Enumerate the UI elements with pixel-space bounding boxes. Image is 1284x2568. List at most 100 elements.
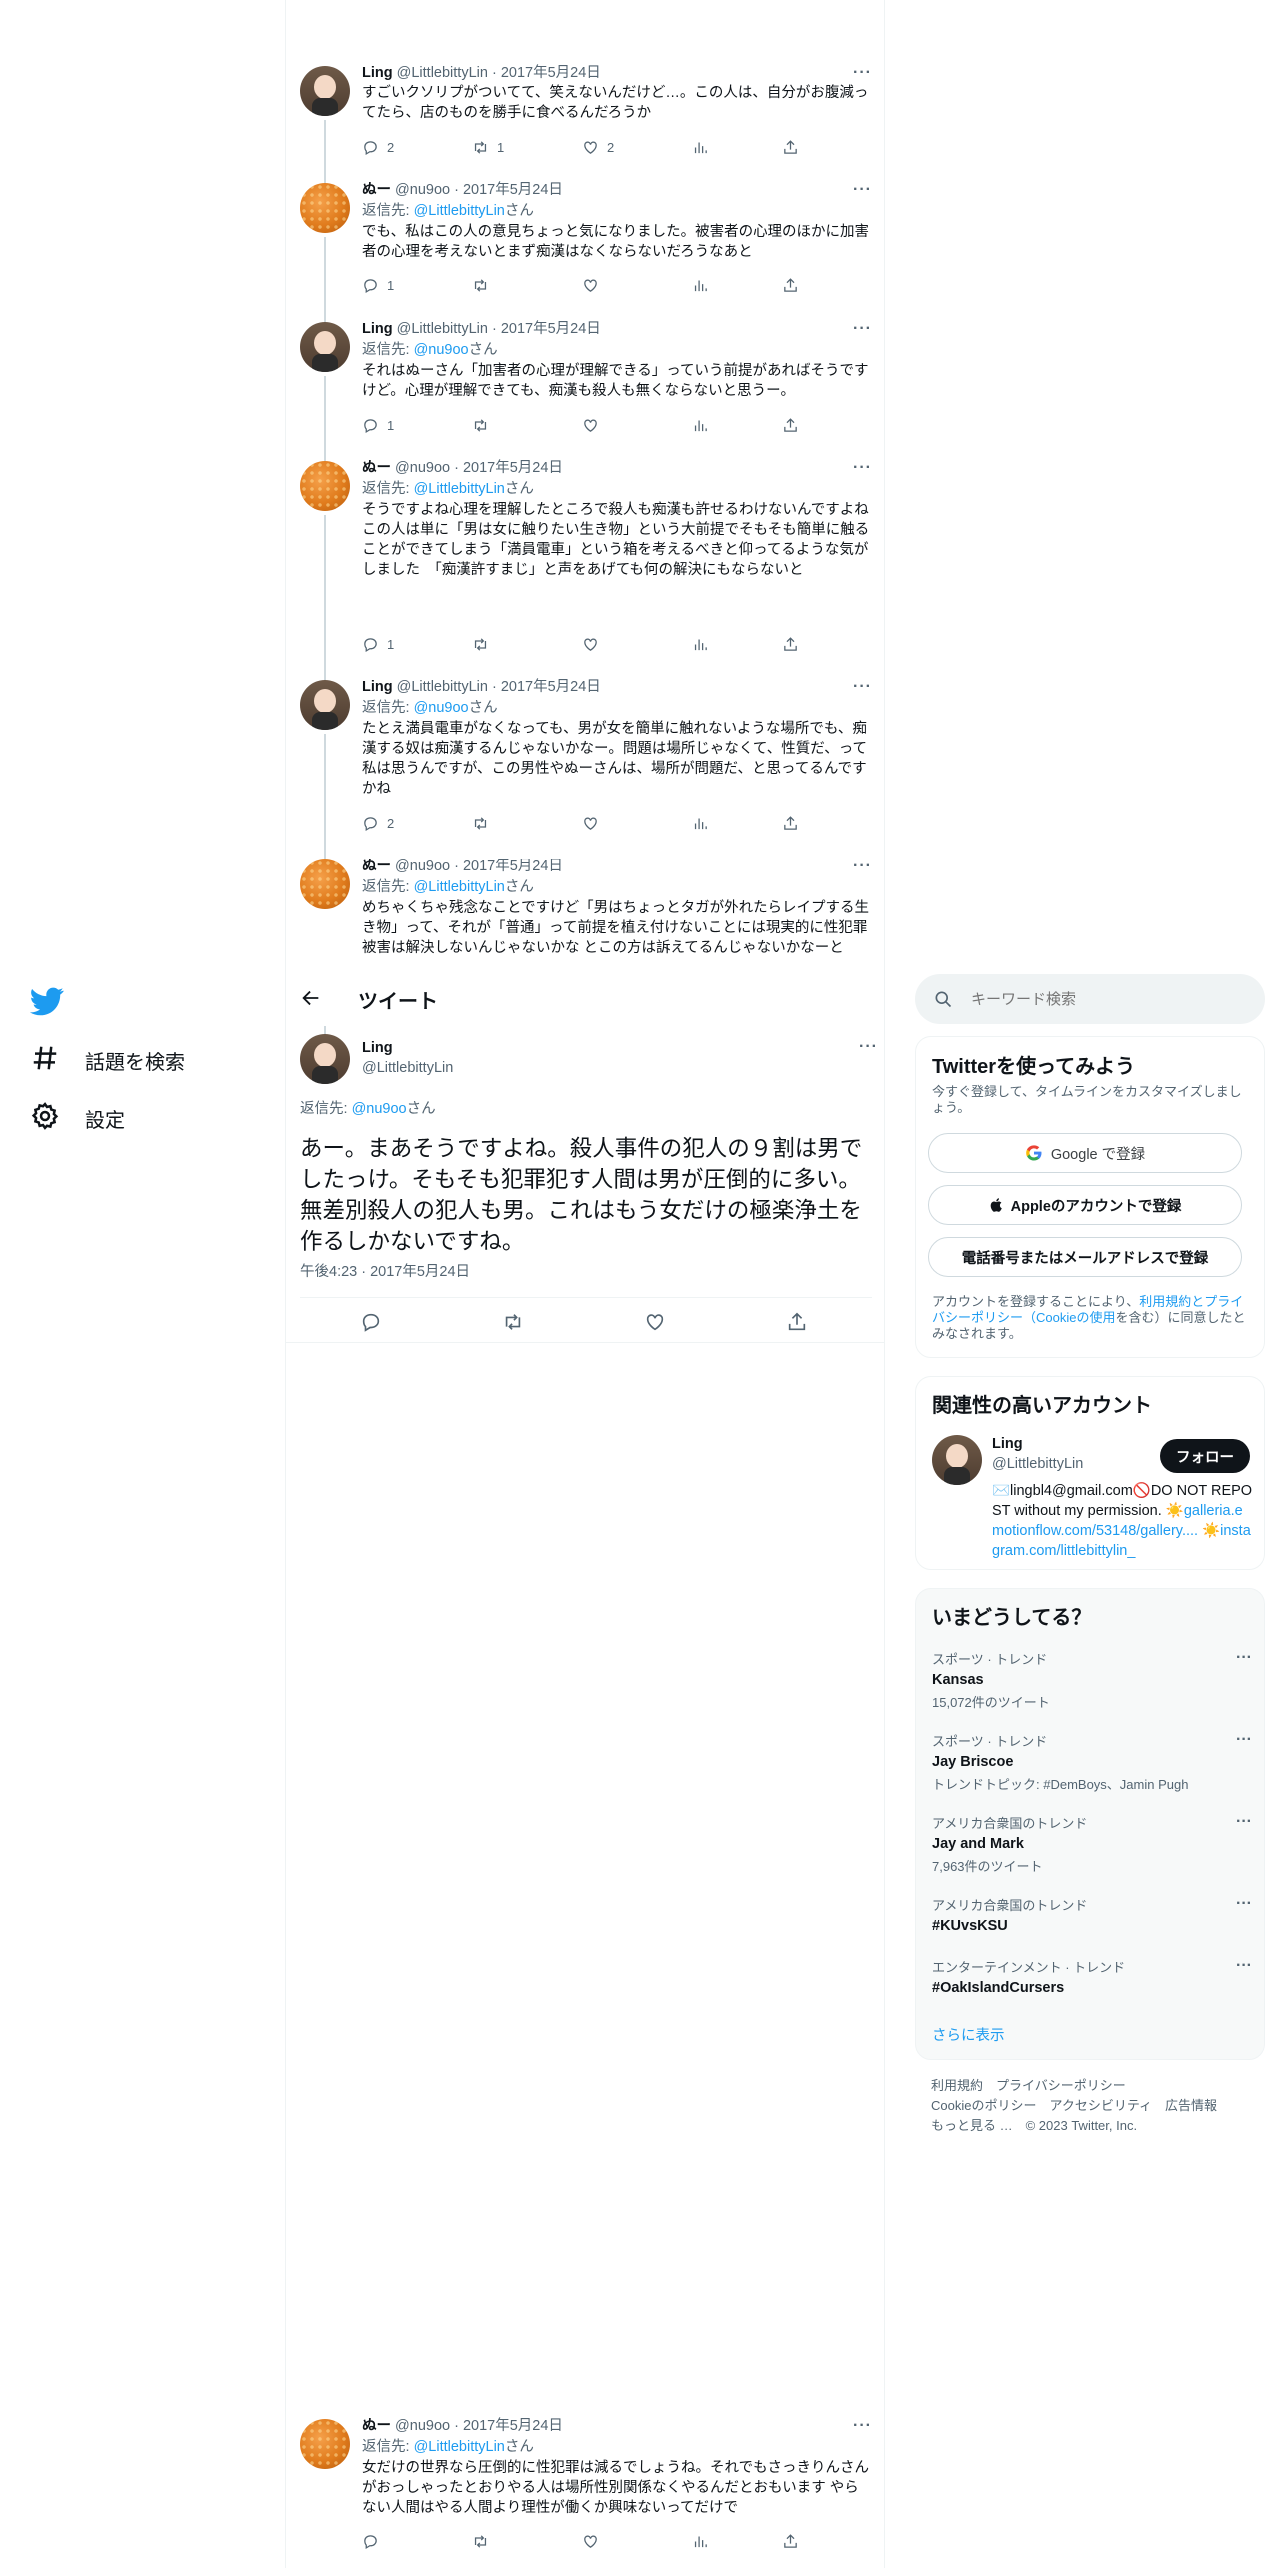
author-handle[interactable]: @nu9oo — [395, 460, 450, 476]
reply-button[interactable]: 1 — [362, 277, 394, 294]
retweet-button[interactable] — [472, 277, 489, 294]
share-button[interactable] — [782, 277, 799, 294]
more-options-icon[interactable]: ··· — [853, 859, 872, 875]
author-handle[interactable]: @nu9oo — [395, 859, 450, 874]
more-options-icon[interactable]: ··· — [1236, 1957, 1252, 1975]
more-options-icon[interactable]: ··· — [853, 459, 872, 477]
like-button[interactable] — [582, 417, 599, 434]
share-button[interactable] — [782, 139, 799, 156]
reply-handle-link[interactable]: @LittlebittyLin — [414, 481, 505, 497]
search-input[interactable] — [971, 986, 1241, 1012]
trend-item[interactable]: アメリカ合衆国のトレンド #KUvsKSU ··· — [932, 1895, 1252, 1934]
footer-line[interactable]: Cookieのポリシー アクセシビリティ 広告情報 — [931, 2096, 1261, 2116]
retweet-button[interactable] — [502, 1311, 524, 1338]
tweet-date[interactable]: · 2017年5月24日 — [454, 859, 563, 874]
reply-button[interactable]: 1 — [362, 636, 394, 653]
retweet-button[interactable]: 1 — [472, 139, 504, 156]
reply-handle-link[interactable]: @LittlebittyLin — [414, 2439, 505, 2455]
avatar[interactable] — [932, 1435, 982, 1485]
reply-button[interactable]: 2 — [362, 139, 394, 156]
author-handle[interactable]: @LittlebittyLin — [397, 679, 488, 695]
phone-signup-button[interactable]: 電話番号またはメールアドレスで登録 — [928, 1237, 1242, 1277]
tweet-date[interactable]: · 2017年5月24日 — [454, 460, 563, 476]
avatar[interactable] — [300, 461, 350, 511]
views-button[interactable] — [692, 636, 709, 653]
share-button[interactable] — [782, 815, 799, 832]
reply-button[interactable] — [360, 1311, 382, 1338]
reply-handle-link[interactable]: @nu9oo — [352, 1101, 407, 1117]
main-author-name[interactable]: Ling — [362, 1040, 393, 1056]
retweet-button[interactable] — [472, 636, 489, 653]
footer-line[interactable]: もっと見る … © 2023 Twitter, Inc. — [931, 2116, 1261, 2136]
author-name[interactable]: Ling — [362, 321, 393, 337]
author-name[interactable]: Ling — [362, 65, 393, 81]
author-handle[interactable]: @LittlebittyLin — [397, 321, 488, 337]
trend-item[interactable]: スポーツ · トレンド Jay Briscoe トレンドトピック: #DemBo… — [932, 1731, 1252, 1793]
account-handle[interactable]: @LittlebittyLin — [992, 1456, 1083, 1472]
more-options-icon[interactable]: ··· — [859, 1038, 878, 1056]
back-arrow-icon[interactable] — [300, 987, 324, 1011]
more-options-icon[interactable]: ··· — [1236, 1895, 1252, 1913]
retweet-button[interactable] — [472, 2533, 489, 2550]
reply-button[interactable]: 2 — [362, 815, 394, 832]
reply-button[interactable]: 1 — [362, 417, 394, 434]
author-name[interactable]: ぬー — [362, 859, 391, 874]
main-author-handle[interactable]: @LittlebittyLin — [362, 1060, 453, 1076]
thread-tweet[interactable]: ぬー @nu9oo · 2017年5月24日 返信先: @Littlebitty… — [300, 859, 880, 973]
views-button[interactable] — [692, 139, 709, 156]
views-button[interactable] — [692, 2533, 709, 2550]
footer-line[interactable]: 利用規約 プライバシーポリシー — [931, 2076, 1261, 2096]
more-options-icon[interactable]: ··· — [1236, 1649, 1252, 1667]
tweet-date[interactable]: · 2017年5月24日 — [492, 679, 601, 695]
thread-tweet[interactable]: Ling @LittlebittyLin · 2017年5月24日 すごいクソリ… — [300, 64, 880, 230]
nav-explore[interactable]: 話題を検索 — [30, 1036, 185, 1084]
author-name[interactable]: ぬー — [362, 2418, 391, 2434]
more-options-icon[interactable]: ··· — [853, 2417, 872, 2435]
twitter-logo-icon[interactable] — [29, 983, 64, 1017]
google-signup-button[interactable]: Google で登録 — [928, 1133, 1242, 1173]
views-button[interactable] — [692, 277, 709, 294]
avatar[interactable] — [300, 859, 350, 909]
reply-handle-link[interactable]: @LittlebittyLin — [414, 879, 505, 895]
share-button[interactable] — [782, 636, 799, 653]
retweet-button[interactable] — [472, 815, 489, 832]
like-button[interactable] — [582, 636, 599, 653]
more-options-icon[interactable]: ··· — [1236, 1813, 1252, 1831]
search-box[interactable] — [915, 974, 1265, 1024]
more-options-icon[interactable]: ··· — [853, 320, 872, 338]
nav-settings[interactable]: 設定 — [30, 1094, 125, 1142]
apple-signup-button[interactable]: Appleのアカウントで登録 — [928, 1185, 1242, 1225]
trend-item[interactable]: エンターテインメント · トレンド #OakIslandCursers ··· — [932, 1957, 1252, 1996]
tweet-date[interactable]: · 2017年5月24日 — [492, 65, 601, 81]
follow-button[interactable]: フォロー — [1160, 1439, 1250, 1473]
like-button[interactable] — [644, 1311, 666, 1338]
tweet-date[interactable]: · 2017年5月24日 — [454, 182, 563, 198]
share-button[interactable] — [782, 417, 799, 434]
reply-button[interactable] — [362, 2533, 379, 2550]
trend-item[interactable]: アメリカ合衆国のトレンド Jay and Mark 7,963件のツイート ··… — [932, 1813, 1252, 1875]
main-tweet-timestamp[interactable]: 午後4:23 · 2017年5月24日 — [300, 1260, 470, 1281]
reply-handle-link[interactable]: @LittlebittyLin — [414, 203, 505, 219]
trend-item[interactable]: スポーツ · トレンド Kansas 15,072件のツイート ··· — [932, 1649, 1252, 1711]
like-button[interactable]: 2 — [582, 139, 614, 156]
tweet-date[interactable]: · 2017年5月24日 — [492, 321, 601, 337]
like-button[interactable] — [582, 277, 599, 294]
like-button[interactable] — [582, 815, 599, 832]
views-button[interactable] — [692, 417, 709, 434]
share-button[interactable] — [782, 2533, 799, 2550]
reply-handle-link[interactable]: @nu9oo — [414, 342, 469, 358]
author-handle[interactable]: @nu9oo — [395, 182, 450, 198]
retweet-button[interactable] — [472, 417, 489, 434]
avatar[interactable] — [300, 322, 350, 372]
author-handle[interactable]: @LittlebittyLin — [397, 65, 488, 81]
avatar[interactable] — [300, 66, 350, 116]
tweet-date[interactable]: · 2017年5月24日 — [454, 2418, 563, 2434]
account-name[interactable]: Ling — [992, 1436, 1023, 1452]
author-name[interactable]: ぬー — [362, 182, 391, 198]
avatar[interactable] — [300, 183, 350, 233]
views-button[interactable] — [692, 815, 709, 832]
more-options-icon[interactable]: ··· — [1236, 1731, 1252, 1749]
more-options-icon[interactable]: ··· — [853, 64, 872, 82]
avatar[interactable] — [300, 680, 350, 730]
more-options-icon[interactable]: ··· — [853, 181, 872, 199]
